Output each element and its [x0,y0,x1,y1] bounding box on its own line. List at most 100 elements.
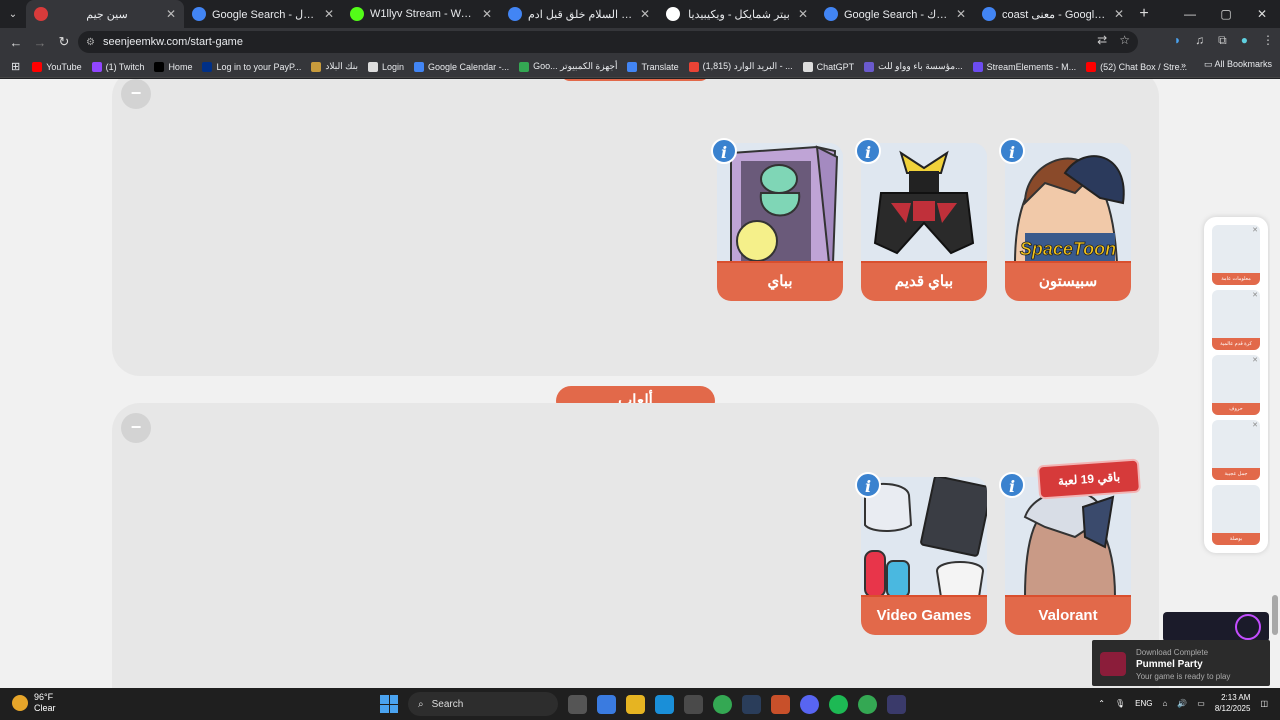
bookmark-item[interactable]: Login [363,61,409,72]
clock[interactable]: 2:13 AM 8/12/2025 [1215,692,1251,714]
taskbar-search[interactable]: ⌕ Search [408,692,558,716]
bookmark-item[interactable]: (1,815) البريد الوارد - ... [684,61,798,72]
site-info-icon[interactable]: ⚙ [86,37,95,48]
collapse-section-1-button[interactable]: − [121,79,151,109]
extensions-puzzle-icon[interactable]: ⧉ [1218,33,1227,48]
chrome-icon[interactable] [713,694,732,714]
browser-tab[interactable]: W1llyv Stream - Watch Live on ✕ [342,0,500,28]
info-icon-spacetoon[interactable]: i [999,138,1025,164]
rail-item-general-info[interactable]: ✕ معلومات عامة [1212,225,1260,285]
rail-item-strange-sentences[interactable]: ✕ جمل عجيبة [1212,420,1260,480]
remove-icon[interactable]: ✕ [1252,226,1258,234]
weather-widget[interactable]: 96°F Clear [12,692,56,714]
page-scrollbar[interactable] [1270,79,1280,688]
bookmark-item[interactable]: مؤسسة باء وواو للت... [859,61,967,72]
edge-icon[interactable] [655,694,674,714]
card-video-games[interactable]: Video Games [861,477,987,635]
card-popeye[interactable]: بباي [717,143,843,301]
close-tab-icon[interactable]: ✕ [640,7,650,21]
discord-icon[interactable] [800,694,819,714]
close-tab-icon[interactable]: ✕ [956,7,966,21]
clock-time: 2:13 AM [1221,693,1251,702]
battery-icon[interactable]: ▭ [1197,699,1205,708]
maximize-button[interactable]: ▢ [1208,0,1244,28]
profile-avatar-icon[interactable]: ● [1241,33,1248,48]
browser-tab[interactable]: بيتر شمايكل - ويكيبيديا ✕ [658,0,816,28]
browser-tab[interactable]: Google Search - كانون الاول ✕ [184,0,342,28]
reload-button[interactable]: ↻ [52,34,76,50]
section-1-title-remnant [560,79,710,81]
bookmark-item[interactable]: Log in to your PayP... [197,61,306,72]
app-icon-2[interactable] [771,694,790,714]
app-icon[interactable] [742,694,761,714]
bookmarks-right: » ▭ All Bookmarks [1181,59,1272,70]
remove-icon[interactable]: ✕ [1252,291,1258,299]
bookmark-item[interactable]: Goo... أجهزة الكمبيوتر [514,61,622,72]
network-icon[interactable]: ⌂ [1162,699,1167,708]
info-icon-popeye[interactable]: i [711,138,737,164]
close-tab-icon[interactable]: ✕ [166,7,176,21]
browser-tab[interactable]: coast معنى - Google Search ✕ [974,0,1132,28]
rail-item-letters[interactable]: ✕ حروف [1212,355,1260,415]
bookmark-item[interactable]: Translate [622,61,683,72]
close-tab-icon[interactable]: ✕ [324,7,334,21]
start-windows-icon[interactable] [380,695,398,713]
bookmark-item[interactable]: (52) Chat Box / Stre... [1081,61,1192,72]
spotify-icon[interactable] [829,694,848,714]
app-icon-3[interactable] [887,694,906,714]
rail-item-world-football[interactable]: ✕ كرة قدم عالمية [1212,290,1260,350]
microphone-icon[interactable]: 🎙 [1115,699,1125,708]
minimize-button[interactable]: — [1172,0,1208,28]
copilot-icon[interactable] [597,694,616,714]
card-valorant[interactable]: Valorant [1005,477,1131,635]
browser-tab[interactable]: جبريل عليه السلام خلق قبل ادم ✕ [500,0,658,28]
bookmark-item[interactable]: Home [149,61,197,72]
all-bookmarks[interactable]: ▭ All Bookmarks [1204,59,1272,70]
browser-tab[interactable]: سين جيم ✕ [26,0,184,28]
translate-icon[interactable]: ⇄ [1097,33,1107,47]
download-notification[interactable]: Download Complete Pummel Party Your game… [1092,640,1270,686]
menu-icon[interactable]: ⋮ [1262,33,1274,48]
close-tab-icon[interactable]: ✕ [798,7,808,21]
bookmark-item[interactable]: بنك البلاد [306,61,363,72]
card-spacetoon[interactable]: SpaceToon سبيستون [1005,143,1131,301]
bookmark-item[interactable]: YouTube [27,61,86,72]
show-hidden-icons[interactable]: ⌃ [1098,699,1105,708]
weather-condition: Clear [34,703,56,713]
notifications-icon[interactable]: ◫ [1260,699,1268,708]
bookmark-item[interactable]: ChatGPT [798,61,860,72]
extension-icon[interactable]: ◗ [1174,33,1181,48]
close-window-button[interactable]: ✕ [1244,0,1280,28]
collapse-section-2-button[interactable]: − [121,413,151,443]
tab-favicon-icon [350,7,364,21]
address-bar[interactable]: ⚙ seenjeemkw.com/start-game [78,31,1138,53]
bookmark-star-icon[interactable]: ☆ [1119,33,1130,47]
scrollbar-thumb[interactable] [1272,595,1278,635]
close-tab-icon[interactable]: ✕ [482,7,492,21]
tab-search-button[interactable]: ⌄ [0,0,26,28]
file-explorer-icon[interactable] [626,694,645,714]
remove-icon[interactable]: ✕ [1252,421,1258,429]
remove-icon[interactable]: ✕ [1252,356,1258,364]
volume-icon[interactable]: 🔊 [1177,699,1187,708]
new-tab-button[interactable]: + [1132,5,1156,23]
rail-item-compass[interactable]: بوصلة [1212,485,1260,545]
info-icon-old-popeye[interactable]: i [855,138,881,164]
close-tab-icon[interactable]: ✕ [1114,7,1124,21]
bookmark-item[interactable]: StreamElements - M... [968,61,1082,72]
media-icon[interactable]: ♫ [1195,33,1204,48]
back-button[interactable]: ← [4,35,28,50]
info-icon-valorant[interactable]: i [999,472,1025,498]
forward-button[interactable]: → [28,35,52,50]
bookmark-item[interactable]: (1) Twitch [87,61,150,72]
chrome-active-icon[interactable] [858,694,877,714]
task-view-icon[interactable] [568,694,587,714]
card-old-popeye[interactable]: بباي قديم [861,143,987,301]
language-indicator[interactable]: ENG [1135,699,1152,708]
apps-icon[interactable]: ⊞ [6,60,25,73]
info-icon-video-games[interactable]: i [855,472,881,498]
store-icon[interactable] [684,694,703,714]
browser-tab[interactable]: Google Search - كوداك ✕ [816,0,974,28]
bookmark-item[interactable]: Google Calendar -... [409,61,514,72]
more-bookmarks-icon[interactable]: » [1181,60,1186,70]
